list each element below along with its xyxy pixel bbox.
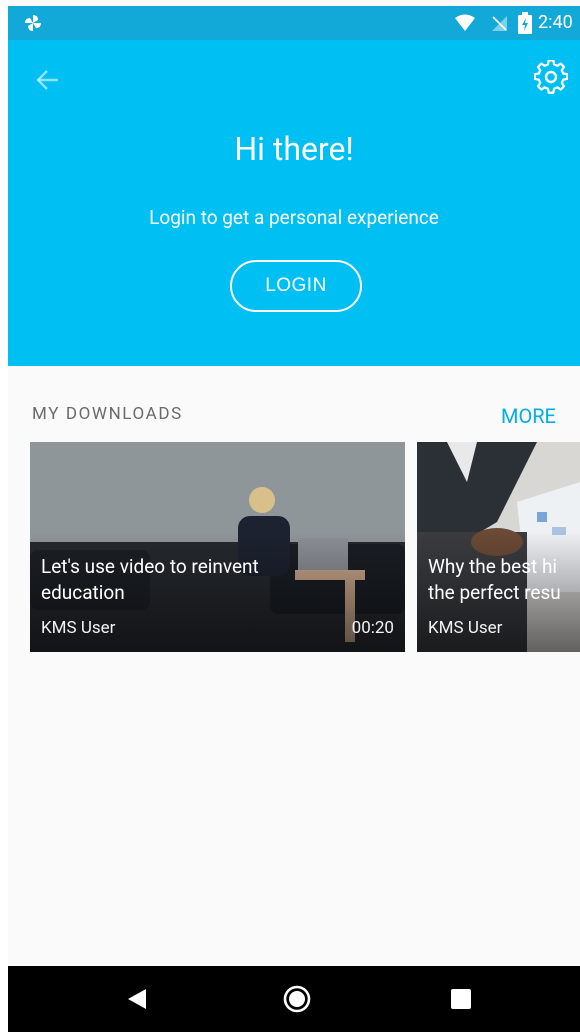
login-prompt: Login to get a personal experience [149,206,439,229]
gear-icon[interactable] [534,60,568,94]
greeting-title: Hi there! [234,130,354,168]
status-bar: 2:40 [8,6,580,40]
video-title: Let's use video to reinvent education [41,555,259,604]
video-duration: 00:20 [351,618,394,638]
battery-charging-icon [518,12,532,34]
screen-edge [0,0,8,1032]
section-title-downloads: MY DOWNLOADS [32,404,183,424]
circle-home-icon[interactable] [280,982,314,1016]
triangle-back-icon[interactable] [120,982,154,1016]
more-button[interactable]: MORE [501,404,556,428]
app-screen: 2:40 Hi there! Login to get a personal e… [0,0,580,1032]
system-nav-bar [0,966,580,1032]
download-card[interactable]: Let's use video to reinvent education KM… [30,442,405,652]
wifi-icon [455,14,475,31]
download-card[interactable]: Why the best hi the perfect resu KMS Use… [417,442,580,652]
video-title: Why the best hi the perfect resu [428,554,580,606]
clock: 2:40 [538,12,573,33]
video-title-line: Why the best hi [428,555,558,578]
video-author: KMS User [428,618,503,638]
no-signal-icon [492,16,507,31]
video-author: KMS User [41,618,116,638]
arrow-left-icon[interactable] [34,66,62,94]
pinwheel-icon [25,15,41,31]
square-recents-icon[interactable] [444,982,478,1016]
video-title-line: the perfect resu [428,581,561,604]
login-button[interactable]: LOGIN [230,260,362,312]
login-header: Hi there! Login to get a personal experi… [8,40,580,366]
